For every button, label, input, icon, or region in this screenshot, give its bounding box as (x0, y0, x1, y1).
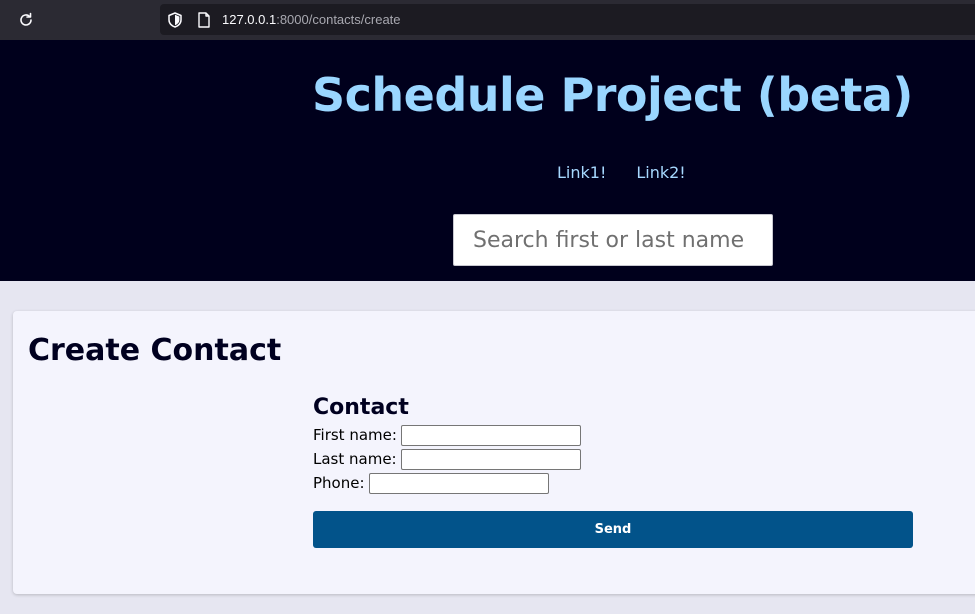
last-name-field[interactable] (400, 448, 581, 470)
site-title: Schedule Project (beta) (312, 68, 913, 122)
contact-form: Contact First name: Last name: Phone: Se… (313, 393, 913, 548)
page-title: Create Contact (28, 333, 282, 368)
send-button[interactable]: Send (313, 511, 913, 548)
url-host: 127.0.0.1 (222, 12, 277, 27)
last-name-row: Last name: (313, 447, 913, 471)
nav-link-1[interactable]: Link1! (557, 163, 606, 182)
phone-row: Phone: (313, 471, 913, 495)
form-legend: Contact (313, 395, 409, 420)
content-card: Create Contact Contact First name: Last … (13, 311, 975, 594)
url-text[interactable]: 127.0.0.1:8000/contacts/create (222, 11, 401, 28)
page-icon (196, 11, 212, 29)
shield-icon[interactable] (166, 11, 184, 29)
address-bar[interactable]: 127.0.0.1:8000/contacts/create (160, 4, 975, 35)
browser-toolbar: 127.0.0.1:8000/contacts/create (0, 0, 975, 40)
nav-link-2[interactable]: Link2! (636, 163, 685, 182)
phone-label: Phone: (313, 474, 365, 492)
header-nav: Link1! Link2! (557, 163, 686, 182)
first-name-label: First name: (313, 426, 397, 444)
last-name-label: Last name: (313, 450, 397, 468)
url-path: :8000/contacts/create (276, 12, 401, 27)
search-input[interactable] (453, 214, 773, 266)
first-name-field[interactable] (400, 424, 581, 446)
first-name-row: First name: (313, 423, 913, 447)
site-header: Schedule Project (beta) Link1! Link2! (0, 40, 975, 281)
phone-field[interactable] (368, 472, 549, 494)
reload-icon[interactable] (14, 9, 38, 31)
